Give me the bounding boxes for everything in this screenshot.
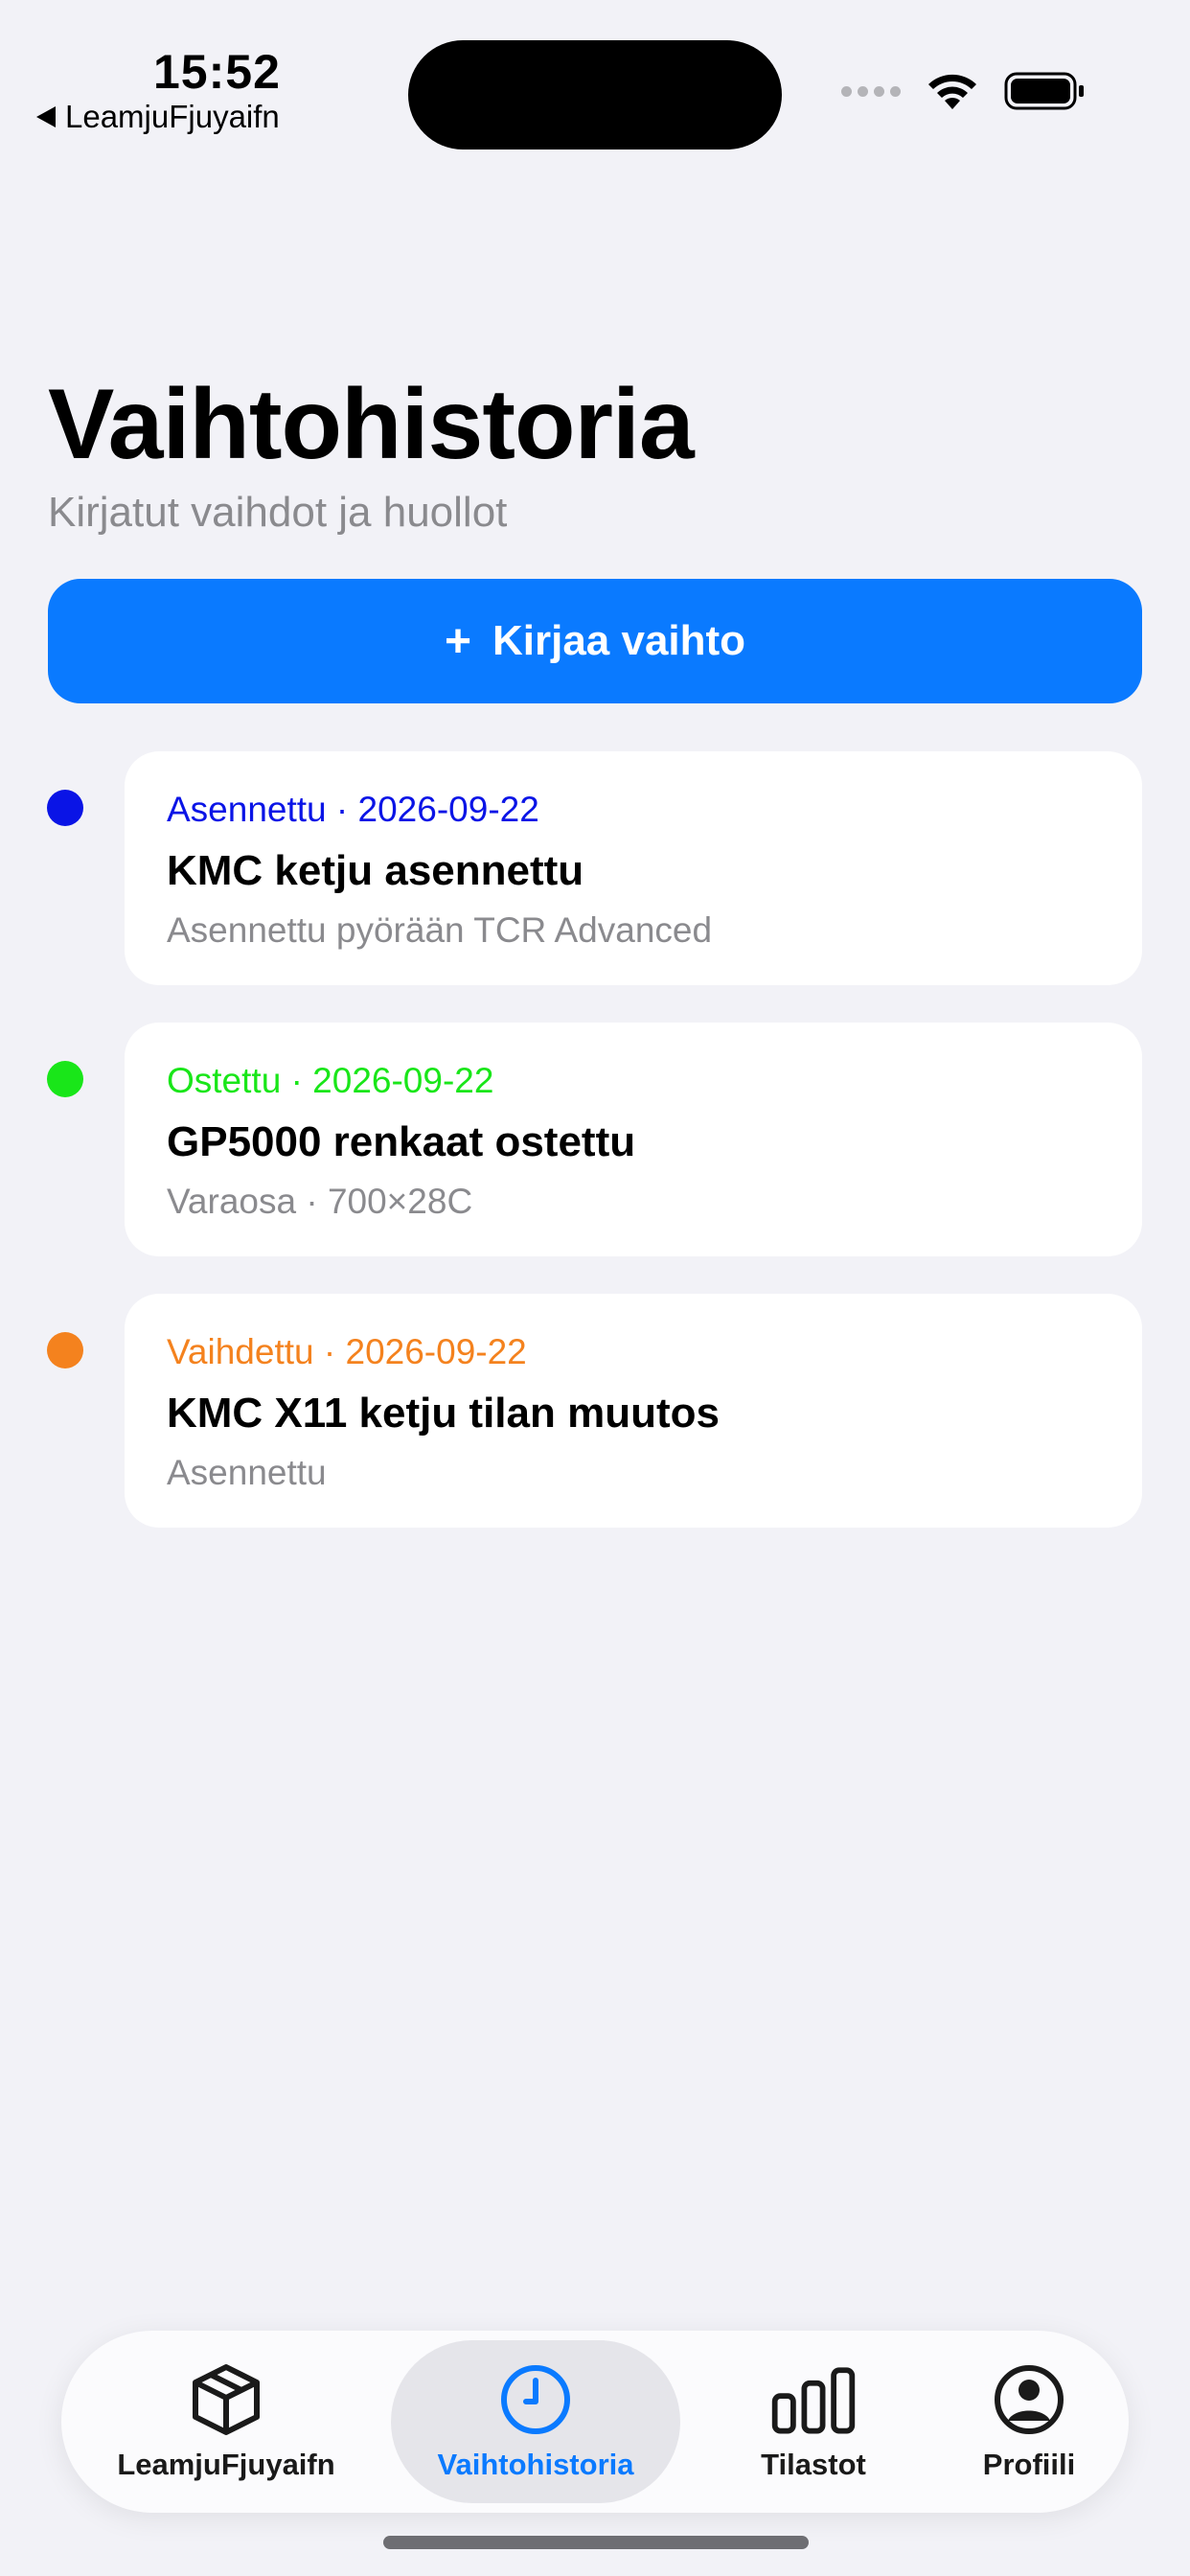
- event-title: KMC ketju asennettu: [167, 847, 584, 894]
- bar-chart-icon: [771, 2367, 856, 2434]
- status-icons: [841, 71, 1087, 111]
- event-meta: Ostettu · 2026-09-22: [167, 1061, 493, 1101]
- log-change-button[interactable]: + Kirjaa vaihto: [48, 579, 1142, 703]
- clock-icon: [501, 2365, 570, 2434]
- timeline-dot-purchased: [47, 1061, 83, 1097]
- back-to-app[interactable]: LeamjuFjuyaifn: [36, 99, 280, 135]
- tab-parts[interactable]: LeamjuFjuyaifn: [96, 2331, 356, 2513]
- page-title: Vaihtohistoria: [48, 369, 695, 480]
- event-status: Vaihdettu: [167, 1332, 314, 1371]
- wifi-icon: [928, 74, 976, 109]
- meta-separator: ·: [323, 1332, 336, 1371]
- tab-label: Profiili: [982, 2448, 1076, 2481]
- tab-history[interactable]: Vaihtohistoria: [391, 2340, 680, 2503]
- back-app-label: LeamjuFjuyaifn: [65, 99, 280, 134]
- timeline-dot-changed: [47, 1332, 83, 1368]
- dynamic-island: [408, 40, 782, 150]
- event-card-purchased[interactable]: Ostettu · 2026-09-22 GP5000 renkaat oste…: [125, 1023, 1142, 1256]
- status-time: 15:52: [153, 45, 281, 99]
- event-title: GP5000 renkaat ostettu: [167, 1118, 636, 1165]
- battery-icon: [1004, 72, 1084, 110]
- timeline-dot-installed: [47, 790, 83, 826]
- cellular-signal-icon: [841, 85, 901, 97]
- event-detail: Asennettu pyörään TCR Advanced: [167, 910, 713, 950]
- log-change-label: Kirjaa vaihto: [492, 617, 746, 664]
- tab-stats[interactable]: Tilastot: [713, 2331, 914, 2513]
- event-meta: Asennettu · 2026-09-22: [167, 790, 539, 830]
- meta-separator: ·: [335, 790, 349, 829]
- tab-label: Tilastot: [761, 2448, 866, 2481]
- home-indicator: [383, 2536, 809, 2549]
- box-icon: [193, 2364, 260, 2435]
- event-detail: Varaosa · 700×28C: [167, 1182, 473, 1221]
- person-icon: [995, 2365, 1064, 2434]
- event-title: KMC X11 ketju tilan muutos: [167, 1390, 720, 1437]
- tab-profile[interactable]: Profiili: [943, 2331, 1115, 2513]
- tab-bar: LeamjuFjuyaifn Vaihtohistoria Tilastot P…: [61, 2331, 1129, 2513]
- event-status: Ostettu: [167, 1061, 282, 1100]
- event-date: 2026-09-22: [345, 1332, 527, 1371]
- event-card-installed[interactable]: Asennettu · 2026-09-22 KMC ketju asennet…: [125, 751, 1142, 985]
- event-date: 2026-09-22: [357, 790, 539, 829]
- event-detail: Asennettu: [167, 1453, 327, 1492]
- event-status: Asennettu: [167, 790, 327, 829]
- event-date: 2026-09-22: [312, 1061, 494, 1100]
- page-subtitle: Kirjatut vaihdot ja huollot: [48, 489, 508, 536]
- event-meta: Vaihdettu · 2026-09-22: [167, 1332, 527, 1372]
- plus-icon: +: [444, 615, 471, 667]
- back-arrow-icon: [36, 106, 56, 127]
- tab-label: LeamjuFjuyaifn: [117, 2448, 335, 2481]
- tab-label: Vaihtohistoria: [437, 2448, 634, 2481]
- event-card-changed[interactable]: Vaihdettu · 2026-09-22 KMC X11 ketju til…: [125, 1294, 1142, 1528]
- meta-separator: ·: [290, 1061, 303, 1100]
